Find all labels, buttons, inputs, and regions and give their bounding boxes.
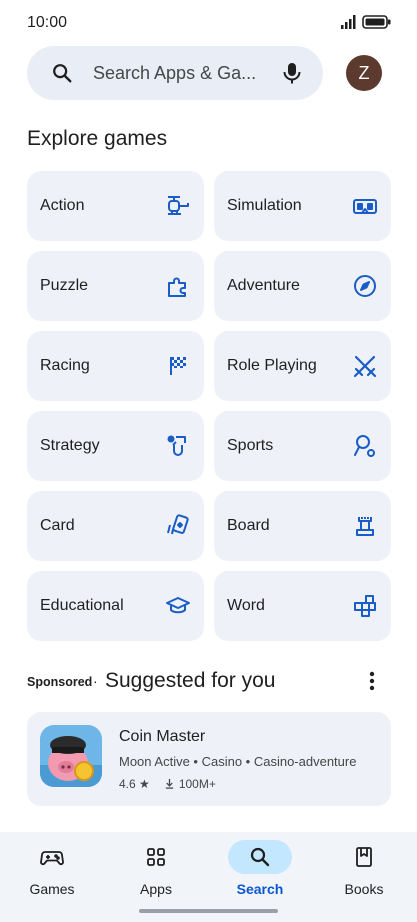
category-tile-word[interactable]: Word: [214, 571, 391, 641]
category-label: Simulation: [227, 197, 302, 214]
category-tile-racing[interactable]: Racing: [27, 331, 204, 401]
download-icon: [166, 778, 174, 789]
category-tile-action[interactable]: Action: [27, 171, 204, 241]
app-downloads: 100M+: [178, 777, 216, 791]
nav-item-games[interactable]: Games: [0, 832, 104, 902]
section-title-explore-games: Explore games: [27, 127, 168, 150]
category-label: Action: [40, 197, 85, 214]
category-tile-educational[interactable]: Educational: [27, 571, 204, 641]
cards-icon: [167, 514, 189, 535]
status-time: 10:00: [27, 14, 68, 31]
avatar[interactable]: Z: [346, 55, 382, 91]
category-tile-board[interactable]: Board: [214, 491, 391, 561]
category-label: Adventure: [227, 277, 300, 294]
search-icon: [250, 847, 270, 867]
compass-icon: [354, 275, 376, 297]
nav-label: Books: [344, 881, 384, 897]
category-tile-role-playing[interactable]: Role Playing: [214, 331, 391, 401]
status-bar: 10:00: [0, 0, 417, 46]
more-vert-icon[interactable]: [365, 669, 379, 693]
nav-label: Apps: [140, 881, 172, 897]
suggested-title: Suggested for you: [105, 669, 276, 692]
star-icon: ★: [139, 777, 150, 791]
nav-label: Games: [29, 881, 75, 897]
category-label: Puzzle: [40, 277, 89, 294]
app-icon: [40, 725, 102, 787]
signal-icon: [341, 15, 356, 29]
category-label: Strategy: [40, 437, 100, 454]
category-tile-simulation[interactable]: Simulation: [214, 171, 391, 241]
apps-grid-icon: [147, 848, 165, 866]
strategy-icon: [167, 435, 186, 456]
sponsored-label: Sponsored: [27, 675, 93, 689]
nav-item-books[interactable]: Books: [312, 832, 416, 902]
gamepad-icon: [40, 851, 64, 866]
nav-label: Search: [236, 881, 284, 897]
category-label: Sports: [227, 437, 274, 454]
suggested-header: Sponsored · Suggested for you: [27, 668, 391, 696]
category-tile-sports[interactable]: Sports: [214, 411, 391, 481]
search-icon[interactable]: [51, 62, 73, 84]
bookmark-book-icon: [356, 847, 372, 867]
category-tile-adventure[interactable]: Adventure: [214, 251, 391, 321]
chess-rook-icon: [356, 517, 374, 536]
nav-item-search[interactable]: Search: [208, 832, 312, 902]
graduation-cap-icon: [166, 597, 190, 614]
search-input[interactable]: Search Apps & Ga...: [93, 63, 256, 84]
puzzle-piece-icon: [168, 277, 186, 297]
home-indicator[interactable]: [139, 909, 278, 913]
app-name: Coin Master: [119, 728, 206, 745]
checkered-flag-icon: [170, 357, 186, 375]
category-label: Racing: [40, 357, 90, 374]
search-bar[interactable]: Search Apps & Ga...: [27, 46, 323, 100]
battery-icon: [362, 15, 391, 29]
category-tile-strategy[interactable]: Strategy: [27, 411, 204, 481]
category-label: Card: [40, 517, 75, 534]
category-label: Board: [227, 517, 270, 534]
vr-headset-icon: [353, 199, 377, 214]
category-label: Word: [227, 597, 265, 614]
search-row: Search Apps & Ga... Z: [27, 46, 391, 100]
separator-dot: ·: [93, 673, 98, 689]
crossed-swords-icon: [353, 355, 377, 378]
mic-icon[interactable]: [281, 61, 303, 85]
nav-item-apps[interactable]: Apps: [104, 832, 208, 902]
app-rating: 4.6: [119, 777, 136, 791]
sports-icon: [354, 435, 375, 457]
category-label: Educational: [40, 597, 124, 614]
word-blocks-icon: [354, 595, 376, 617]
app-card-coin-master[interactable]: Coin Master Moon Active • Casino • Casin…: [27, 712, 391, 806]
category-tile-puzzle[interactable]: Puzzle: [27, 251, 204, 321]
app-stats: 4.6 ★ 100M+: [119, 777, 216, 791]
helicopter-icon: [168, 196, 189, 215]
app-meta: Moon Active • Casino • Casino-adventure: [119, 754, 357, 769]
category-tile-card[interactable]: Card: [27, 491, 204, 561]
category-label: Role Playing: [227, 357, 317, 374]
